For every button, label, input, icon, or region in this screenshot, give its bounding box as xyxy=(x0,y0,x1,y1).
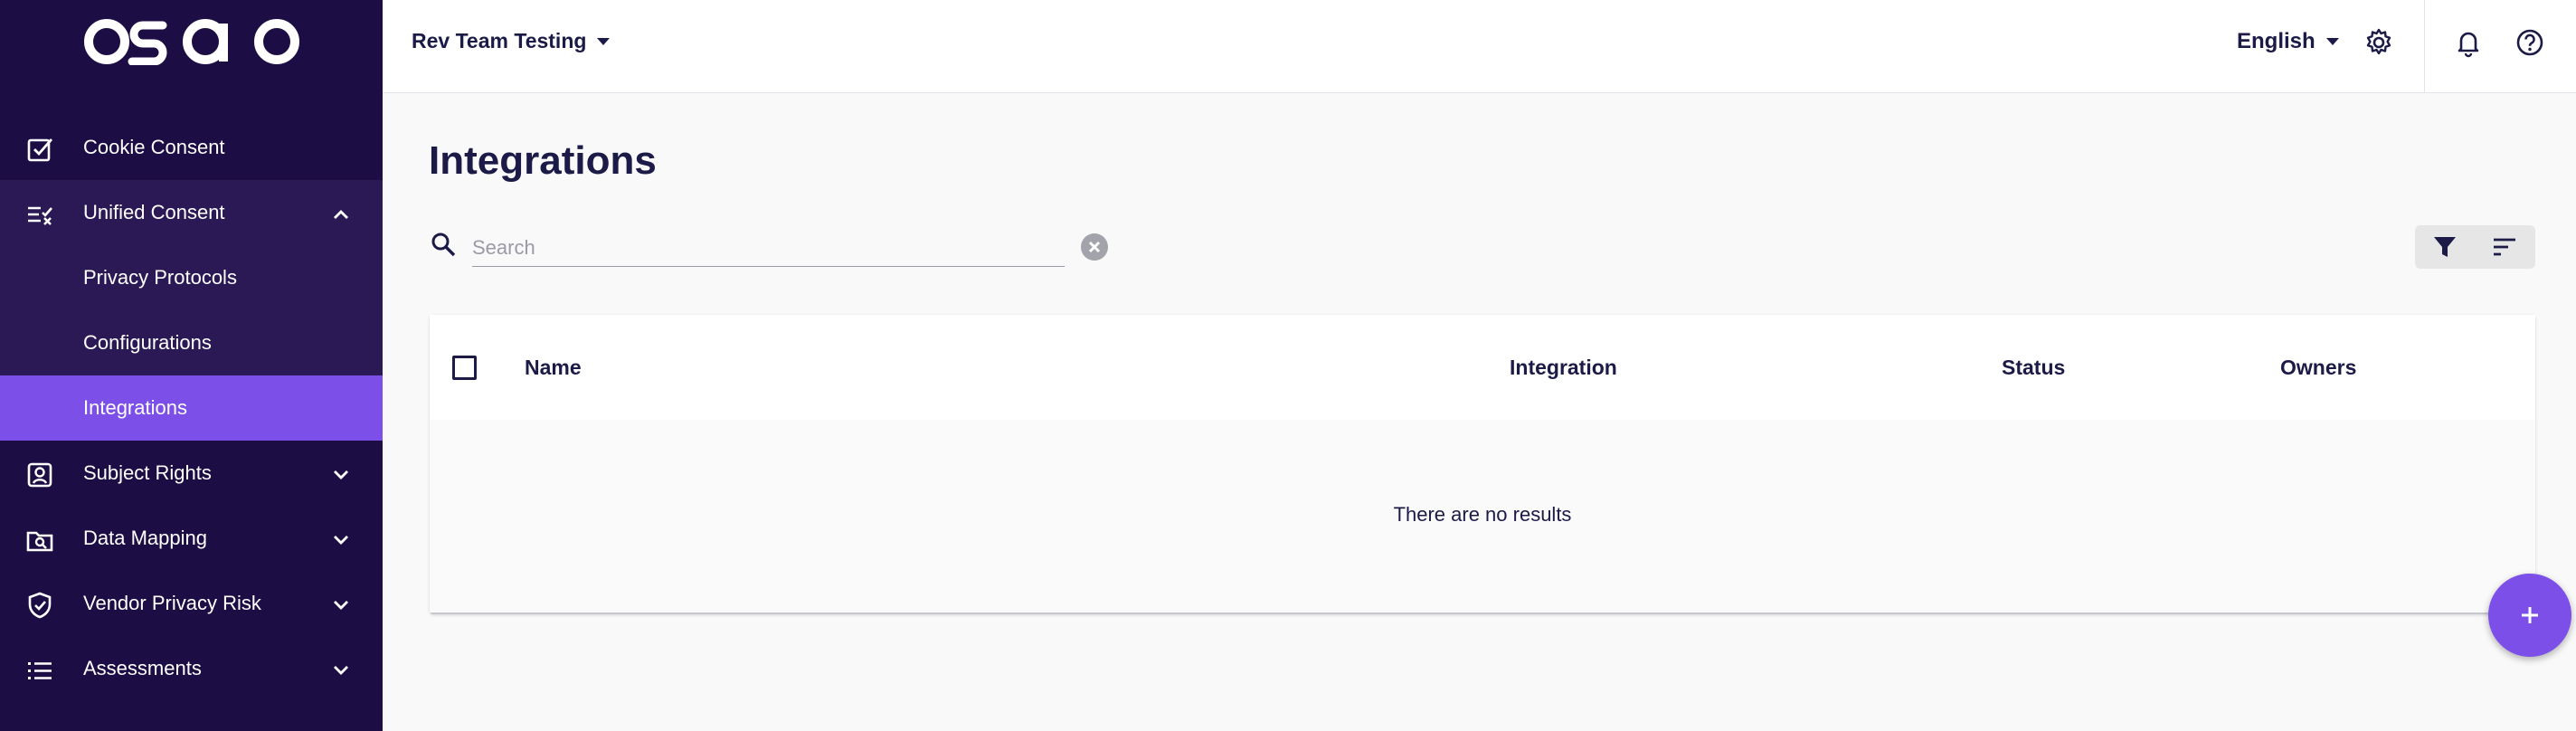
sidebar-item-label: Vendor Privacy Risk xyxy=(83,592,261,614)
sidebar-item-cookie-consent[interactable]: Cookie Consent xyxy=(0,115,383,180)
column-header-owners[interactable]: Owners xyxy=(2280,356,2356,380)
clear-search-icon[interactable] xyxy=(1080,233,1109,261)
unified-consent-submenu: Privacy Protocols Configurations Integra… xyxy=(0,245,383,441)
select-all-checkbox[interactable] xyxy=(452,356,477,380)
shield-check-icon xyxy=(25,591,54,620)
sidebar-item-label: Data Mapping xyxy=(83,527,207,549)
sidebar-item-configurations[interactable]: Configurations xyxy=(0,310,383,375)
sidebar-nav: Cookie Consent Unified Consent Privacy P… xyxy=(0,115,383,701)
osano-logo[interactable] xyxy=(83,18,300,65)
language-label: English xyxy=(2237,29,2316,53)
caret-down-icon xyxy=(2325,38,2339,45)
chevron-down-icon[interactable] xyxy=(328,658,354,683)
sidebar-item-privacy-protocols[interactable]: Privacy Protocols xyxy=(0,245,383,310)
bell-icon[interactable] xyxy=(2453,27,2484,58)
checkbox-icon xyxy=(25,135,54,164)
sidebar: Cookie Consent Unified Consent Privacy P… xyxy=(0,0,383,731)
help-icon[interactable] xyxy=(2514,27,2545,58)
plus-icon xyxy=(2522,607,2538,623)
table-toolbar xyxy=(2415,225,2535,269)
sidebar-item-unified-consent[interactable]: Unified Consent xyxy=(0,180,383,245)
topbar-divider xyxy=(2424,0,2425,93)
org-name: Rev Team Testing xyxy=(412,29,587,52)
sidebar-item-label: Assessments xyxy=(83,657,202,679)
sort-button[interactable] xyxy=(2475,225,2534,269)
table-body: There are no results xyxy=(430,420,2535,612)
filter-icon xyxy=(2434,237,2456,257)
column-header-status[interactable]: Status xyxy=(2002,356,2065,380)
page-title: Integrations xyxy=(429,138,657,183)
sort-icon xyxy=(2494,238,2515,256)
sidebar-item-assessments[interactable]: Assessments xyxy=(0,636,383,701)
sidebar-item-integrations[interactable]: Integrations xyxy=(0,375,383,441)
integrations-table: Name Integration Status Owners There are… xyxy=(430,315,2535,614)
chevron-up-icon[interactable] xyxy=(328,202,354,227)
consent-list-icon xyxy=(25,200,54,229)
chevron-down-icon[interactable] xyxy=(328,527,354,553)
sidebar-item-subject-rights[interactable]: Subject Rights xyxy=(0,441,383,506)
org-selector[interactable]: Rev Team Testing xyxy=(412,29,611,53)
top-bar: Rev Team Testing English xyxy=(383,0,2576,93)
chevron-down-icon[interactable] xyxy=(328,593,354,618)
sidebar-item-label: Unified Consent xyxy=(83,201,225,223)
account-box-icon xyxy=(25,460,54,489)
gear-icon[interactable] xyxy=(2363,27,2394,58)
add-integration-button[interactable] xyxy=(2488,574,2571,657)
sidebar-item-vendor-privacy-risk[interactable]: Vendor Privacy Risk xyxy=(0,571,383,636)
table-header: Name Integration Status Owners xyxy=(430,315,2535,420)
column-header-integration[interactable]: Integration xyxy=(1510,356,1617,380)
sidebar-item-label: Subject Rights xyxy=(83,461,212,484)
osano-logo-icon xyxy=(84,19,299,65)
sidebar-item-label: Cookie Consent xyxy=(83,136,225,158)
search-input[interactable] xyxy=(472,229,1065,267)
search-icon xyxy=(429,230,458,259)
language-selector[interactable]: English xyxy=(2237,29,2339,54)
chevron-down-icon[interactable] xyxy=(328,462,354,488)
list-icon xyxy=(25,656,54,685)
caret-down-icon xyxy=(597,37,611,45)
sidebar-item-data-mapping[interactable]: Data Mapping xyxy=(0,506,383,571)
column-header-name[interactable]: Name xyxy=(525,356,582,380)
filter-button[interactable] xyxy=(2415,225,2475,269)
folder-search-icon xyxy=(25,526,54,555)
empty-state-message: There are no results xyxy=(1393,503,1572,526)
